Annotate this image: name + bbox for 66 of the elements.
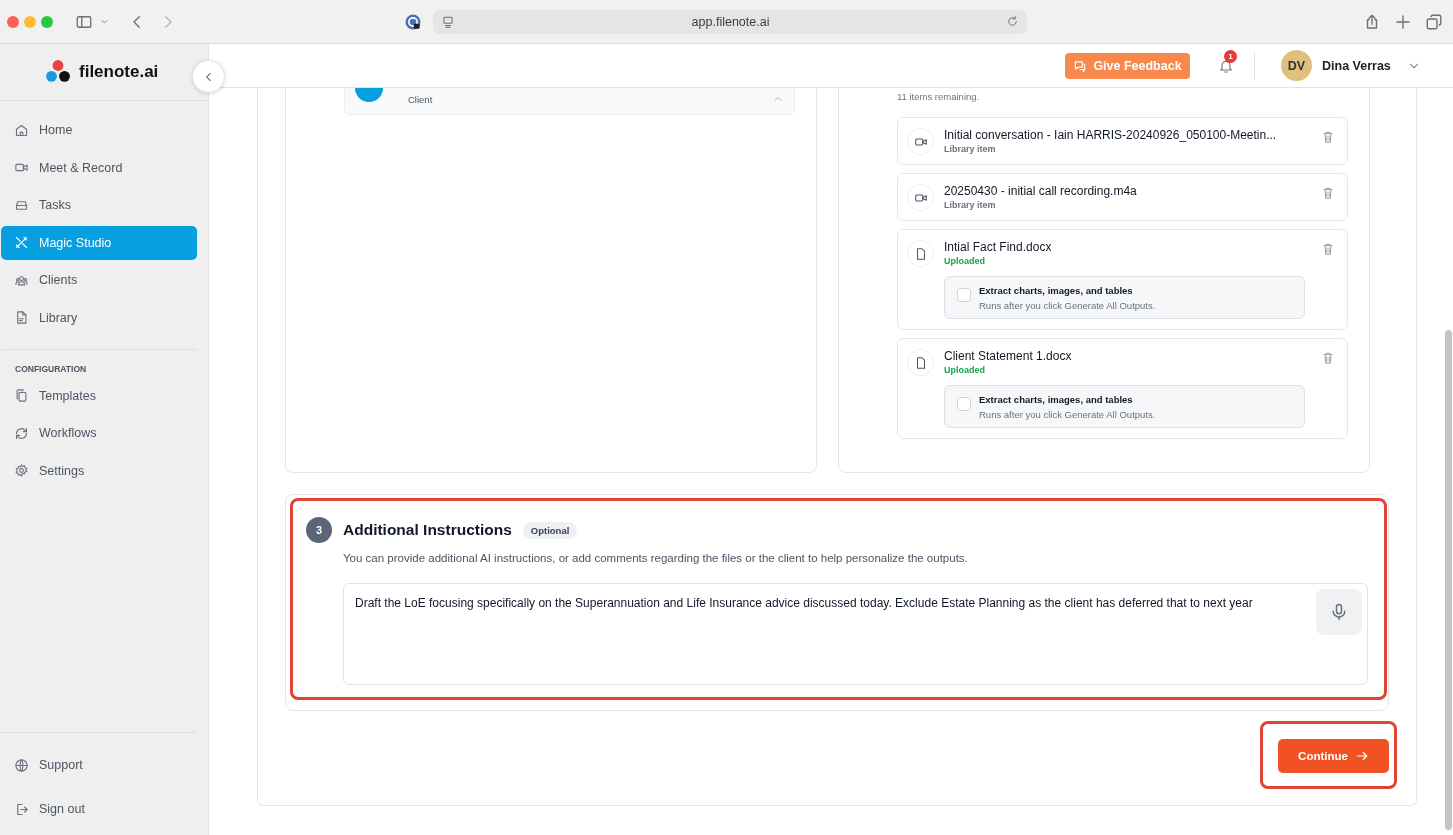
section-description: You can provide additional AI instructions, or add comments regarding the files or the client to help personalize the outputs. xyxy=(343,552,969,564)
file-name: Initial conversation - Iain HARRIS-20240926_050100-Meetin... xyxy=(944,128,1278,142)
microphone-icon xyxy=(1329,602,1349,622)
extract-option[interactable]: Extract charts, images, and tables Runs after you click Generate All Outputs. xyxy=(944,385,1305,428)
scrollbar-thumb[interactable] xyxy=(1445,330,1452,830)
microphone-button[interactable] xyxy=(1316,589,1362,635)
sign-out-icon xyxy=(14,801,29,817)
logo-icon xyxy=(45,59,71,85)
items-remaining-text: 11 items remaining. xyxy=(897,91,981,102)
nav-item[interactable]: Library xyxy=(1,300,197,335)
nav-item[interactable]: Home xyxy=(1,113,197,147)
nav-item[interactable]: Support xyxy=(1,748,197,782)
client-label: Client xyxy=(408,94,434,105)
nav-item[interactable]: Clients xyxy=(1,263,197,297)
nav-item[interactable]: Sign out xyxy=(1,792,197,826)
file-status: Library item xyxy=(944,200,996,210)
nav-item[interactable]: Meet & Record xyxy=(1,150,197,185)
arrow-right-icon xyxy=(1354,749,1369,763)
page-icon xyxy=(441,14,455,29)
reload-icon[interactable] xyxy=(1006,15,1019,28)
document-icon xyxy=(14,310,29,325)
continue-button[interactable]: Continue xyxy=(1278,739,1389,773)
url-text: app.filenote.ai xyxy=(690,14,771,29)
user-avatar[interactable]: DV xyxy=(1281,50,1312,81)
tools-icon xyxy=(14,235,29,250)
copy-icon xyxy=(14,388,29,403)
close-window-icon[interactable] xyxy=(7,15,19,28)
file-status: Uploaded xyxy=(944,256,985,266)
trash-icon[interactable] xyxy=(1321,351,1335,365)
user-name[interactable]: Dina Verras xyxy=(1322,58,1391,73)
minimize-window-icon[interactable] xyxy=(24,15,36,28)
file-status: Uploaded xyxy=(944,365,985,375)
section-heading: CONFIGURATION xyxy=(1,348,197,374)
option-hint: Runs after you click Generate All Outputs. xyxy=(979,409,1156,420)
nav-item[interactable]: Tasks xyxy=(1,188,197,222)
trash-icon[interactable] xyxy=(1321,186,1335,200)
step-number: 3 xyxy=(306,517,332,543)
optional-badge: Optional xyxy=(522,521,578,539)
option-label: Extract charts, images, and tables xyxy=(979,285,1134,296)
nav-item[interactable]: Workflows xyxy=(1,416,197,450)
checkbox[interactable] xyxy=(957,397,971,411)
extract-option[interactable]: Extract charts, images, and tables Runs after you click Generate All Outputs. xyxy=(944,276,1305,319)
file-status: Library item xyxy=(944,144,996,154)
instructions-field[interactable]: Draft the LoE focusing specifically on the Superannuation and Life Insurance advice discussed today. Exclude Estate Planning as the client has deferred that to next year xyxy=(343,583,1368,685)
sync-icon xyxy=(14,425,29,441)
tabs-icon[interactable] xyxy=(1425,12,1443,31)
trash-icon[interactable] xyxy=(1321,242,1335,256)
globe-icon xyxy=(14,757,29,773)
file-name: 20250430 - initial call recording.m4a xyxy=(944,184,1138,198)
trash-icon[interactable] xyxy=(1321,130,1335,144)
notification-count: 1 xyxy=(1224,49,1237,63)
nav-item[interactable]: Settings xyxy=(1,453,197,488)
zoom-window-icon[interactable] xyxy=(41,15,53,28)
file-name: Client Statement 1.docx xyxy=(944,349,1073,363)
address-bar[interactable]: app.filenote.ai xyxy=(433,9,1027,34)
plus-icon[interactable] xyxy=(1394,12,1412,31)
option-hint: Runs after you click Generate All Outputs. xyxy=(979,300,1156,311)
settings-icon xyxy=(14,463,29,478)
feedback-icon xyxy=(1073,58,1088,73)
option-label: Extract charts, images, and tables xyxy=(979,394,1134,405)
section-title: Additional Instructions xyxy=(343,521,512,539)
checkbox[interactable] xyxy=(957,288,971,302)
logo-text: filenote.ai xyxy=(79,62,159,82)
nav-item[interactable]: Templates xyxy=(1,378,197,413)
house-icon xyxy=(14,122,29,138)
file-name: Intial Fact Find.docx xyxy=(944,240,1053,254)
